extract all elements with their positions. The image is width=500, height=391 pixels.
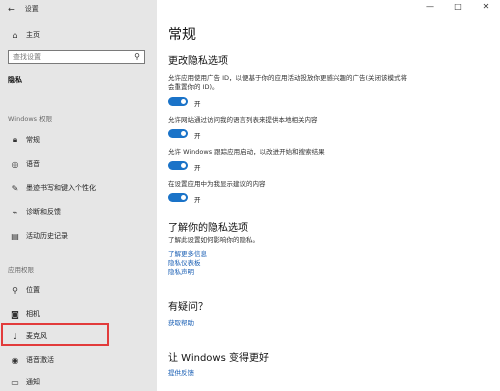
microphone-highlight-box bbox=[1, 323, 109, 346]
sidebar-item-label: 相机 bbox=[26, 310, 40, 318]
minimize-button[interactable]: — bbox=[416, 0, 444, 14]
toggle-state-label: 开 bbox=[194, 132, 201, 140]
mic-icon: ◎ bbox=[11, 159, 19, 169]
sidebar-item-label: 常规 bbox=[26, 136, 40, 144]
sidebar: ← 设置 ⌂ 主页 查找设置 ⚲ 隐私 Windows 权限 🔒︎ 常规 ◎ 语… bbox=[0, 0, 157, 391]
option-desc-app-launch-tracking: 允许 Windows 跟踪应用启动，以改进开始和搜索结果 bbox=[168, 148, 325, 156]
search-placeholder: 查找设置 bbox=[13, 53, 41, 61]
sidebar-item-general[interactable]: 🔒︎ 常规 bbox=[0, 131, 157, 149]
diagnostics-icon: ⌁ bbox=[12, 207, 18, 217]
questions-heading: 有疑问？ bbox=[168, 302, 208, 313]
sidebar-item-activity[interactable]: ▤ 活动历史记录 bbox=[0, 227, 157, 245]
page-title: 常规 bbox=[168, 27, 196, 43]
app-permissions-label: 应用权限 bbox=[8, 266, 34, 274]
main-panel: — □ ✕ 常规 更改隐私选项 允许应用使用广告 ID，以便基于你的应用活动投放… bbox=[157, 0, 500, 391]
sidebar-item-notifications[interactable]: ▭ 通知 bbox=[0, 373, 157, 391]
sidebar-item-diagnostics[interactable]: ⌁ 诊断和反馈 bbox=[0, 203, 157, 221]
get-help-link[interactable]: 获取帮助 bbox=[168, 317, 194, 327]
toggle-state-label: 开 bbox=[194, 164, 201, 172]
privacy-options-heading: 更改隐私选项 bbox=[168, 56, 228, 67]
location-icon: ⚲ bbox=[12, 285, 18, 295]
back-arrow-icon[interactable]: ← bbox=[8, 5, 15, 14]
sidebar-item-speech[interactable]: ◎ 语音 bbox=[0, 155, 157, 173]
windows-permissions-label: Windows 权限 bbox=[8, 115, 53, 123]
notification-icon: ▭ bbox=[11, 377, 19, 387]
toggle-state-label: 开 bbox=[194, 100, 201, 108]
sidebar-item-location[interactable]: ⚲ 位置 bbox=[0, 281, 157, 299]
camera-icon: ◙ bbox=[11, 309, 19, 319]
improve-windows-heading: 让 Windows 变得更好 bbox=[168, 353, 269, 364]
option-desc-advertising-id: 允许应用使用广告 ID，以便基于你的应用活动投放你更感兴趣的广告(关闭该模式将会… bbox=[168, 74, 408, 91]
know-privacy-desc: 了解此设置如何影响你的隐私。 bbox=[168, 236, 259, 244]
toggle-advertising-id[interactable] bbox=[168, 97, 188, 106]
lock-icon: 🔒︎ bbox=[12, 135, 18, 144]
current-section-title: 隐私 bbox=[8, 76, 22, 84]
sidebar-item-label: 活动历史记录 bbox=[26, 232, 68, 240]
sidebar-item-home[interactable]: ⌂ 主页 bbox=[0, 26, 157, 44]
pen-icon: ✎ bbox=[11, 183, 19, 193]
sidebar-item-voice-activation[interactable]: ◉ 语音激活 bbox=[0, 351, 157, 369]
sidebar-item-label: 语音激活 bbox=[26, 356, 54, 364]
search-icon[interactable]: ⚲ bbox=[134, 51, 140, 63]
close-button[interactable]: ✕ bbox=[472, 0, 500, 14]
know-privacy-heading: 了解你的隐私选项 bbox=[168, 223, 248, 234]
sidebar-item-label: 语音 bbox=[26, 160, 40, 168]
privacy-statement-link[interactable]: 隐私声明 bbox=[168, 266, 194, 276]
give-feedback-link[interactable]: 提供反馈 bbox=[168, 367, 194, 377]
toggle-app-launch-tracking[interactable] bbox=[168, 161, 188, 170]
window-title: 设置 bbox=[24, 5, 39, 13]
option-desc-suggested-content: 在设置应用中为我显示建议的内容 bbox=[168, 180, 266, 188]
sidebar-item-label: 诊断和反馈 bbox=[26, 208, 61, 216]
window-controls: — □ ✕ bbox=[416, 0, 500, 14]
search-input[interactable]: 查找设置 ⚲ bbox=[8, 50, 145, 64]
title-area: ← 设置 bbox=[8, 4, 39, 14]
sidebar-item-label: 主页 bbox=[26, 31, 40, 39]
option-desc-language-list: 允许网站通过访问我的语言列表来提供本地相关内容 bbox=[168, 116, 318, 124]
sidebar-item-label: 位置 bbox=[26, 286, 40, 294]
sidebar-item-label: 通知 bbox=[26, 378, 40, 386]
maximize-button[interactable]: □ bbox=[444, 0, 472, 14]
toggle-state-label: 开 bbox=[194, 196, 201, 204]
home-icon: ⌂ bbox=[12, 30, 18, 40]
toggle-suggested-content[interactable] bbox=[168, 193, 188, 202]
sidebar-item-camera[interactable]: ◙ 相机 bbox=[0, 305, 157, 323]
toggle-language-list[interactable] bbox=[168, 129, 188, 138]
sidebar-item-inking[interactable]: ✎ 墨迹书写和键入个性化 bbox=[0, 179, 157, 197]
sidebar-item-label: 墨迹书写和键入个性化 bbox=[26, 184, 96, 192]
history-icon: ▤ bbox=[11, 231, 19, 241]
voice-activation-icon: ◉ bbox=[11, 355, 19, 365]
